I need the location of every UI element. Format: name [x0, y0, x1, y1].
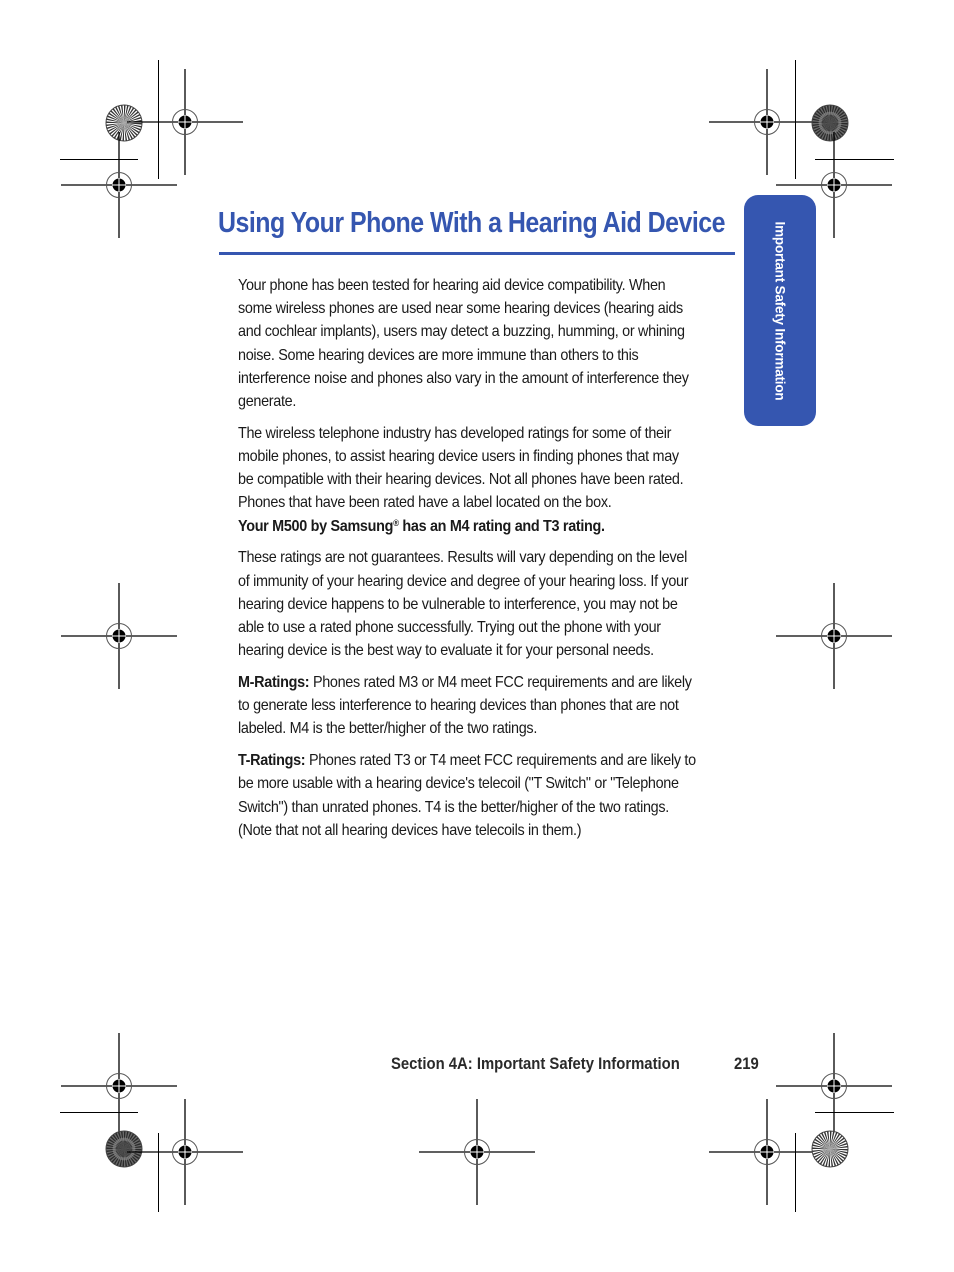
text-line: of immunity of your hearing device and d…: [238, 572, 689, 590]
trim-line: [795, 1133, 797, 1212]
footer-section-label: Section 4A: Important Safety Information: [391, 1055, 680, 1073]
text-line: mobile phones, to assist hearing device …: [238, 448, 679, 466]
m-ratings-lead: M-Ratings:: [238, 674, 310, 692]
starburst-icon: [811, 1130, 849, 1168]
text-line: generate.: [238, 393, 297, 411]
page-title: Using Your Phone With a Hearing Aid Devi…: [218, 207, 726, 239]
title-underline: [219, 252, 735, 255]
text-line: be compatible with their hearing devices…: [238, 471, 684, 489]
text-line: Phones rated M3 or M4 meet FCC requireme…: [309, 674, 692, 692]
crosshair-target-icon: [419, 1099, 535, 1205]
document-page: Using Your Phone With a Hearing Aid Devi…: [0, 0, 954, 1272]
crosshair-target-icon: [61, 132, 177, 238]
text-line: noise. Some hearing devices are more imm…: [238, 346, 639, 364]
text-line: hearing device is the best way to evalua…: [238, 642, 654, 660]
text-line: hearing device happens to be vulnerable …: [238, 595, 678, 613]
text-line: These ratings are not guarantees. Result…: [238, 549, 687, 567]
side-tab-label: Important Safety Information: [772, 221, 788, 400]
text-line: labeled. M4 is the better/higher of the …: [238, 720, 538, 738]
text-line: Phones that have been rated have a label…: [238, 494, 612, 512]
crosshair-target-icon: [127, 1099, 243, 1205]
paragraph-industry-ratings: The wireless telephone industry has deve…: [238, 422, 738, 538]
text-line: interference noise and phones also vary …: [238, 369, 689, 387]
text-line: Your phone has been tested for hearing a…: [238, 277, 666, 294]
text-line: to generate less interference to hearing…: [238, 697, 679, 715]
text-line: be more usable with a hearing device's t…: [238, 775, 679, 793]
paragraph-t-ratings: T-Ratings: Phones rated T3 or T4 meet FC…: [238, 749, 738, 842]
text-line: able to use a rated phone successfully. …: [238, 619, 661, 637]
text-line: Switch") than unrated phones. T4 is the …: [238, 798, 669, 816]
text-line: and cochlear implants), users may detect…: [238, 323, 685, 341]
crosshair-target-icon: [776, 132, 892, 238]
paragraph-compatibility: Your phone has been tested for hearing a…: [238, 274, 738, 413]
text-line: Your M500 by Samsung: [238, 517, 394, 535]
page-number: 219: [734, 1055, 759, 1073]
crosshair-target-icon: [776, 583, 892, 689]
text-line: The wireless telephone industry has deve…: [238, 424, 672, 442]
text-line: some wireless phones are used near some …: [238, 300, 683, 318]
text-line: Phones rated T3 or T4 meet FCC requireme…: [305, 752, 696, 770]
text-line: (Note that not all hearing devices have …: [238, 821, 582, 839]
paragraph-m-ratings: M-Ratings: Phones rated M3 or M4 meet FC…: [238, 671, 738, 741]
crosshair-target-icon: [61, 583, 177, 689]
device-rating-statement: Your M500 by Samsung® has an M4 rating a…: [238, 518, 605, 535]
crosshair-target-icon: [709, 1099, 825, 1205]
t-ratings-lead: T-Ratings:: [238, 752, 306, 770]
text-line: has an M4 rating and T3 rating.: [398, 517, 605, 535]
paragraph-guarantees: These ratings are not guarantees. Result…: [238, 546, 738, 662]
body-text: Your phone has been tested for hearing a…: [238, 274, 738, 851]
